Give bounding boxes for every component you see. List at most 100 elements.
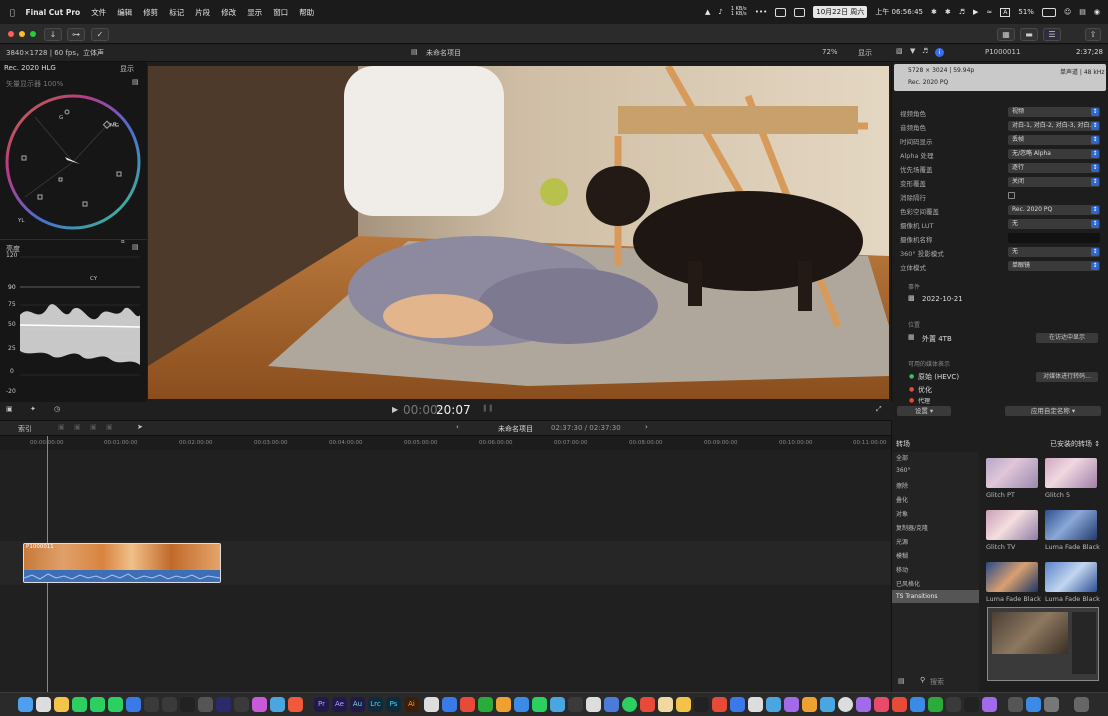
app-icon-32[interactable] (604, 697, 619, 712)
calendar-icon[interactable] (794, 7, 806, 17)
audio-meter-icon[interactable]: ❚❚ (482, 404, 494, 412)
app-icon-23[interactable] (442, 697, 457, 712)
category-item[interactable]: 360° (896, 467, 910, 474)
timeline-toggle-icon[interactable]: ▬ (1020, 28, 1038, 41)
transition-thumb[interactable] (1045, 510, 1097, 540)
category-item[interactable]: 对象 (896, 509, 908, 518)
siri-icon[interactable]: ◉ (1094, 8, 1100, 16)
filter-icon[interactable]: ▼ (910, 47, 915, 55)
downloads-icon[interactable] (1026, 697, 1041, 712)
fullscreen-icon[interactable]: ⤢ (876, 405, 882, 414)
speed-icon[interactable]: ◷ (54, 405, 60, 413)
app-icon-50[interactable] (928, 697, 943, 712)
menu-view[interactable]: 显示 (247, 7, 262, 18)
davinci-icon[interactable] (234, 697, 249, 712)
app-icon-15[interactable] (288, 697, 303, 712)
timeline-clip[interactable]: P1000011 (23, 543, 221, 583)
audition-icon[interactable]: Au (350, 697, 365, 712)
net-speed[interactable]: 1 KB/s 1 KB/s (731, 7, 747, 17)
alpha-select[interactable]: 无/忽略 Alpha ↕ (1008, 149, 1100, 159)
launchpad-icon[interactable] (36, 697, 51, 712)
insert-icon[interactable]: ▣ (74, 423, 81, 431)
terminal-icon[interactable] (964, 697, 979, 712)
field-dominance-select[interactable]: 逐行 ↕ (1008, 163, 1100, 173)
mail-icon[interactable] (126, 697, 141, 712)
menu-help[interactable]: 帮助 (299, 7, 314, 18)
colorspace-select[interactable]: Rec. 2020 PQ ↕ (1008, 205, 1100, 215)
keynote-icon[interactable] (514, 697, 529, 712)
bluetooth-icon[interactable]: ✱ (945, 8, 951, 16)
close-window-icon[interactable] (8, 31, 14, 37)
settings-icon[interactable]: ✱ (931, 8, 937, 16)
play-button[interactable]: ▶ (392, 405, 398, 414)
excel-icon[interactable] (478, 697, 493, 712)
notes-icon[interactable] (54, 697, 69, 712)
browser-toggle-icon[interactable]: ▦ (997, 28, 1015, 41)
transition-thumb[interactable] (986, 562, 1038, 592)
category-item[interactable]: 已风格化 (896, 579, 920, 588)
podcasts-icon[interactable] (856, 697, 871, 712)
app-icon-41[interactable] (766, 697, 781, 712)
system-settings-icon[interactable] (1008, 697, 1023, 712)
waveform-settings-icon[interactable]: ▤ (132, 243, 139, 251)
app-icon-51[interactable] (946, 697, 961, 712)
facetime-icon[interactable] (90, 697, 105, 712)
battery-icon[interactable] (1041, 7, 1056, 17)
scope-display-menu[interactable]: 显示 (120, 64, 134, 74)
app-icon-24[interactable] (460, 697, 475, 712)
chatgpt-icon[interactable] (162, 697, 177, 712)
pages-icon[interactable] (496, 697, 511, 712)
app-icon-40[interactable] (748, 697, 763, 712)
menu-app-name[interactable]: Final Cut Pro (26, 8, 81, 17)
timecode-select[interactable]: 丢帧 ↕ (1008, 135, 1100, 145)
zoom-menu[interactable]: 72% (822, 48, 838, 56)
control-center-icon[interactable]: ▤ (1079, 8, 1086, 16)
app-icon-31[interactable] (586, 697, 601, 712)
viewer-frame[interactable] (148, 66, 889, 399)
apple-icon[interactable]:  (10, 8, 15, 17)
append-icon[interactable]: ▣ (90, 423, 97, 431)
inspector-settings-button[interactable]: 设置 ▾ (897, 406, 951, 416)
numbers-icon[interactable] (532, 697, 547, 712)
app-icon-44[interactable] (820, 697, 835, 712)
timeline-ruler[interactable]: 00:00:00:00 00:01:00:00 00:02:00:00 00:0… (0, 436, 891, 450)
app-icon-34[interactable] (640, 697, 655, 712)
app-icon-48[interactable] (892, 697, 907, 712)
camera-name-field[interactable] (1008, 233, 1100, 243)
app-icon-38[interactable] (712, 697, 727, 712)
recent-doc-icon[interactable] (1044, 697, 1059, 712)
motion-icon[interactable] (216, 697, 231, 712)
wifi-icon[interactable]: ≈ (986, 8, 992, 16)
app-icon-53[interactable] (982, 697, 997, 712)
lightroom-icon[interactable]: Lrc (368, 697, 383, 712)
category-item[interactable]: 模糊 (896, 551, 908, 560)
share-icon[interactable]: ⇧ (1085, 28, 1101, 41)
audio-role-select[interactable]: 对白-1, 对白-2, 对白-3, 对白... ↕ (1008, 121, 1100, 131)
app-store-icon[interactable] (910, 697, 925, 712)
app-icon-37[interactable] (694, 697, 709, 712)
transition-thumb[interactable] (986, 458, 1038, 488)
finder-icon[interactable] (18, 697, 33, 712)
connect-icon[interactable]: ▣ (58, 423, 65, 431)
reveal-in-finder-button[interactable]: 在访达中显示 (1036, 333, 1098, 343)
browser-sidebar-icon[interactable]: ▤ (898, 677, 905, 685)
category-item[interactable]: 叠化 (896, 495, 908, 504)
fullscreen-window-icon[interactable] (30, 31, 36, 37)
category-item[interactable]: 光源 (896, 537, 908, 546)
menu-file[interactable]: 文件 (91, 7, 106, 18)
app-icon-39[interactable] (730, 697, 745, 712)
search-field[interactable]: 搜索 (930, 677, 944, 687)
timeline-project-name[interactable]: 未命名项目 (498, 424, 533, 434)
menu-window[interactable]: 窗口 (273, 7, 288, 18)
select-tool-icon[interactable]: ➤ (137, 423, 143, 431)
transcode-button[interactable]: 对媒体进行转码... (1036, 372, 1098, 382)
music-icon[interactable] (874, 697, 889, 712)
menu-clip[interactable]: 片段 (195, 7, 210, 18)
clock[interactable]: 上午 06:56:45 (875, 7, 923, 17)
audio-icon[interactable]: ♬ (922, 47, 928, 55)
input-method-icon[interactable]: A (1000, 7, 1011, 17)
volume-icon[interactable]: ♬ (959, 8, 965, 16)
status-cat-icon[interactable]: ▲ (705, 8, 710, 16)
stereo-mode-select[interactable]: 单眼镜 ↕ (1008, 261, 1100, 271)
app-icon-36[interactable] (676, 697, 691, 712)
